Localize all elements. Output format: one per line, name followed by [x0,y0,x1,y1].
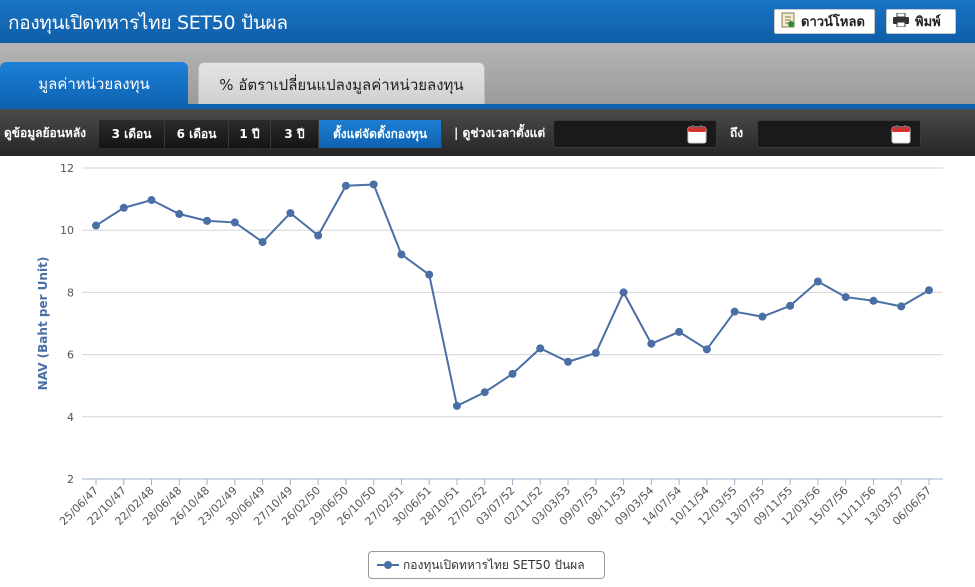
data-point [175,210,184,219]
data-point [841,293,850,302]
download-button[interactable]: ดาวน์โหลด [774,9,875,34]
data-point [119,203,128,212]
data-point [536,344,545,353]
data-point [480,388,489,397]
range-button-3y[interactable]: 3 ปี [271,120,319,148]
data-point [647,339,656,348]
y-axis-label: NAV (Baht per Unit) [36,257,50,391]
lookback-label: ดูข้อมูลย้อนหลัง [4,126,87,140]
download-icon [781,12,795,32]
data-point [897,302,906,311]
printer-icon [893,12,909,31]
print-button[interactable]: พิมพ์ [886,9,956,34]
range-button-3m[interactable]: 3 เดือน [99,120,165,148]
data-point [925,286,933,295]
data-point [147,196,156,205]
y-tick-label: 6 [67,349,74,362]
page-title: กองทุนเปิดทหารไทย SET50 ปันผล [8,12,288,34]
range-button-6m[interactable]: 6 เดือน [165,120,229,148]
calendar-icon[interactable] [891,124,911,144]
data-point [619,288,628,297]
calendar-icon[interactable] [687,124,707,144]
data-point [702,345,711,354]
data-point [758,312,767,321]
range-label: ตั้งแต่จัดตั้งกองทุน [332,126,428,141]
legend-label: กองทุนเปิดทหารไทย SET50 ปันผล [403,557,585,572]
data-point [341,181,350,190]
data-point [591,349,600,358]
y-tick-label: 4 [67,411,74,424]
print-label: พิมพ์ [915,15,941,30]
chart-legend[interactable]: กองทุนเปิดทหารไทย SET50 ปันผล [368,551,605,579]
data-point [92,221,100,230]
legend-marker [377,561,399,569]
y-tick-label: 10 [60,224,74,237]
data-point [369,180,378,189]
range-button-1y[interactable]: 1 ปี [229,120,271,148]
tab-percent-change[interactable]: % อัตราเปลี่ยนแปลงมูลค่าหน่วยลงทุน [198,62,485,106]
period-label: | ดูช่วงเวลาตั้งแต่ [454,126,546,140]
data-point [813,277,822,286]
tab-label: มูลค่าหน่วยลงทุน [38,75,150,93]
data-point [203,216,212,225]
data-point [230,218,239,227]
data-point [786,301,795,310]
to-date-input[interactable] [757,120,921,148]
app-header: กองทุนเปิดทหารไทย SET50 ปันผล ดาวน์โหลด … [0,0,975,43]
download-label: ดาวน์โหลด [801,15,865,30]
data-point [258,238,267,247]
tab-label: % อัตราเปลี่ยนแปลงมูลค่าหน่วยลงทุน [219,75,464,94]
range-label: 3 เดือน [111,126,152,141]
data-point [286,209,295,218]
data-point [425,270,434,279]
from-date-input[interactable] [553,120,717,148]
data-point [397,250,406,259]
tab-unit-value[interactable]: มูลค่าหน่วยลงทุน [0,62,188,106]
data-point [564,357,573,366]
data-point [314,231,323,240]
data-point [730,307,739,316]
range-button-inception[interactable]: ตั้งแต่จัดตั้งกองทุน [319,120,442,148]
data-point [869,296,878,305]
data-point [452,401,461,410]
data-point [675,327,684,336]
range-label: 1 ปี [239,126,260,141]
nav-line-chart: 2468101225/06/4722/10/4722/02/4828/06/48… [36,162,943,528]
y-tick-label: 12 [60,162,74,175]
data-point [508,369,517,378]
range-label: 3 ปี [284,126,305,141]
to-label: ถึง [730,126,744,140]
y-tick-label: 8 [67,286,74,299]
range-label: 6 เดือน [176,126,217,141]
y-tick-label: 2 [67,473,74,486]
